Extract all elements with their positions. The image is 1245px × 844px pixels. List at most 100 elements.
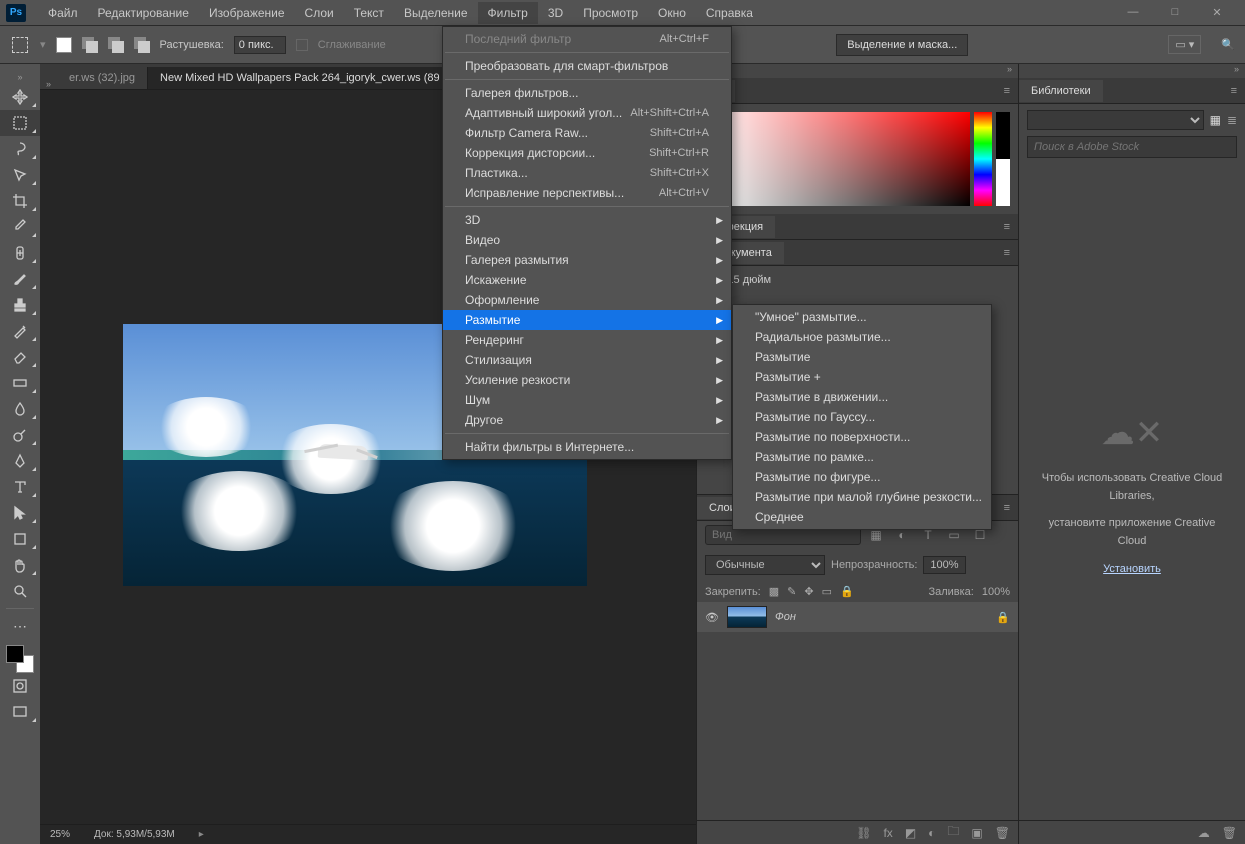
move-tool[interactable] [0, 84, 40, 110]
menu-item[interactable]: Усиление резкости▶ [443, 370, 731, 390]
search-icon[interactable]: 🔍 [1221, 38, 1235, 51]
submenu-item[interactable]: "Умное" размытие... [733, 307, 991, 327]
menu-редактирование[interactable]: Редактирование [88, 2, 199, 24]
lasso-tool[interactable] [0, 136, 40, 162]
workspace-switcher-icon[interactable]: ▭ ▾ [1168, 35, 1201, 54]
submenu-item[interactable]: Размытие по поверхности... [733, 427, 991, 447]
panel-menu-icon[interactable]: ≡ [996, 85, 1018, 97]
menu-3d[interactable]: 3D [538, 2, 573, 24]
menu-item[interactable]: Галерея фильтров... [443, 83, 731, 103]
selection-mode-add-icon[interactable] [82, 37, 98, 53]
stock-search-input[interactable] [1027, 136, 1237, 158]
menu-item[interactable]: Другое▶ [443, 410, 731, 430]
menu-item[interactable]: Пластика...Shift+Ctrl+X [443, 163, 731, 183]
menu-файл[interactable]: Файл [38, 2, 88, 24]
menu-выделение[interactable]: Выделение [394, 2, 478, 24]
lock-all-icon[interactable]: 🔒 [840, 585, 854, 598]
menu-item[interactable]: Оформление▶ [443, 290, 731, 310]
gradient-tool[interactable] [0, 370, 40, 396]
group-icon[interactable]: 🗀 [947, 822, 959, 843]
new-layer-icon[interactable]: ▣ [971, 826, 982, 840]
list-view-icon[interactable]: ≣ [1227, 113, 1237, 127]
menu-item[interactable]: Найти фильтры в Интернете... [443, 437, 731, 457]
menu-окно[interactable]: Окно [648, 2, 696, 24]
menu-item[interactable]: Фильтр Camera Raw...Shift+Ctrl+A [443, 123, 731, 143]
menu-item[interactable]: Исправление перспективы...Alt+Ctrl+V [443, 183, 731, 203]
submenu-item[interactable]: Размытие по рамке... [733, 447, 991, 467]
color-swatches[interactable] [6, 645, 34, 673]
quick-select-tool[interactable] [0, 162, 40, 188]
antialias-checkbox[interactable] [296, 39, 308, 51]
menu-item[interactable]: Адаптивный широкий угол...Alt+Shift+Ctrl… [443, 103, 731, 123]
zoom-tool[interactable] [0, 578, 40, 604]
fill-field[interactable]: 100% [982, 586, 1010, 598]
maximize-button[interactable]: □ [1163, 6, 1187, 19]
submenu-item[interactable]: Размытие по фигуре... [733, 467, 991, 487]
dodge-tool[interactable] [0, 422, 40, 448]
menu-item[interactable]: Коррекция дисторсии...Shift+Ctrl+R [443, 143, 731, 163]
visibility-icon[interactable]: 👁 [705, 611, 719, 624]
lock-paint-icon[interactable]: ✎ [787, 585, 796, 598]
close-button[interactable]: ✕ [1205, 6, 1229, 19]
marquee-tool[interactable] [0, 110, 40, 136]
delete-icon[interactable]: 🗑 [995, 826, 1010, 840]
blend-mode-select[interactable]: Обычные [705, 555, 825, 575]
menu-текст[interactable]: Текст [344, 2, 394, 24]
adjustment-icon[interactable]: ◐ [928, 826, 935, 840]
selection-mode-new-icon[interactable] [56, 37, 72, 53]
menu-item[interactable]: Преобразовать для смарт-фильтров [443, 56, 731, 76]
menu-item[interactable]: 3D▶ [443, 210, 731, 230]
submenu-item[interactable]: Размытие + [733, 367, 991, 387]
history-brush-tool[interactable] [0, 318, 40, 344]
link-layers-icon[interactable]: ⛓ [856, 826, 871, 840]
submenu-item[interactable]: Среднее [733, 507, 991, 527]
menu-слои[interactable]: Слои [295, 2, 344, 24]
pen-tool[interactable] [0, 448, 40, 474]
opacity-field[interactable]: 100% [923, 556, 965, 574]
stamp-tool[interactable] [0, 292, 40, 318]
hand-tool[interactable] [0, 552, 40, 578]
menu-item[interactable]: Видео▶ [443, 230, 731, 250]
eyedropper-tool[interactable] [0, 214, 40, 240]
menu-просмотр[interactable]: Просмотр [573, 2, 648, 24]
lock-pos-icon[interactable]: ✥ [804, 585, 813, 598]
submenu-item[interactable]: Размытие при малой глубине резкости... [733, 487, 991, 507]
zoom-level[interactable]: 25% [50, 829, 70, 840]
lib-cloud-icon[interactable]: ☁ [1198, 826, 1210, 840]
layers-menu-icon[interactable]: ≡ [996, 502, 1018, 514]
blur-tool[interactable] [0, 396, 40, 422]
menu-фильтр[interactable]: Фильтр [478, 2, 538, 24]
quickmask-icon[interactable] [0, 673, 40, 699]
document-tab[interactable]: er.ws (32).jpg [57, 67, 148, 89]
lib-delete-icon[interactable]: 🗑 [1222, 826, 1237, 840]
screenmode-icon[interactable] [0, 699, 40, 725]
crop-tool[interactable] [0, 188, 40, 214]
select-and-mask-button[interactable]: Выделение и маска... [836, 34, 968, 56]
selection-mode-int-icon[interactable] [134, 37, 150, 53]
menu-item[interactable]: Размытие▶ [443, 310, 731, 330]
path-select-tool[interactable] [0, 500, 40, 526]
library-select[interactable] [1027, 110, 1204, 130]
document-tab[interactable]: New Mixed HD Wallpapers Pack 264_igoryk_… [148, 67, 453, 89]
grid-view-icon[interactable]: ▦ [1210, 113, 1221, 127]
eraser-tool[interactable] [0, 344, 40, 370]
brush-tool[interactable] [0, 266, 40, 292]
feather-input[interactable] [234, 36, 286, 54]
layer-row[interactable]: 👁 Фон 🔒 [697, 602, 1018, 632]
minimize-button[interactable]: — [1121, 6, 1145, 19]
shape-tool[interactable] [0, 526, 40, 552]
menu-item[interactable]: Шум▶ [443, 390, 731, 410]
mask-icon[interactable]: ◩ [905, 826, 916, 840]
install-link[interactable]: Установить [1103, 561, 1161, 579]
type-tool[interactable] [0, 474, 40, 500]
menu-item[interactable]: Искажение▶ [443, 270, 731, 290]
lock-artb-icon[interactable]: ▭ [822, 585, 832, 598]
menu-item[interactable]: Галерея размытия▶ [443, 250, 731, 270]
submenu-item[interactable]: Радиальное размытие... [733, 327, 991, 347]
submenu-item[interactable]: Размытие [733, 347, 991, 367]
edit-toolbar-icon[interactable]: ⋯ [0, 613, 40, 639]
libraries-tab[interactable]: Библиотеки [1019, 80, 1103, 102]
submenu-item[interactable]: Размытие по Гауссу... [733, 407, 991, 427]
lock-trans-icon[interactable]: ▩ [769, 585, 779, 598]
menu-item[interactable]: Рендеринг▶ [443, 330, 731, 350]
